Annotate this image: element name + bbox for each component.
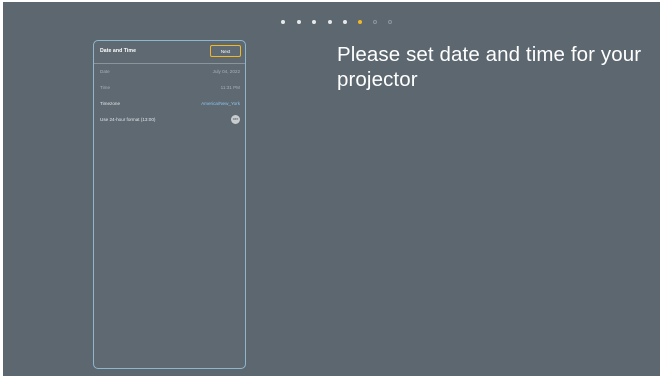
- timezone-label: Timezone: [100, 101, 120, 106]
- time-row[interactable]: Time 11:31 PM: [94, 83, 245, 95]
- 24-hour-format-label: Use 24-hour format (13:00): [100, 117, 156, 122]
- 24-hour-format-toggle[interactable]: OFF: [231, 115, 240, 124]
- time-value: 11:31 PM: [220, 85, 240, 90]
- progress-step-dot: [373, 20, 377, 24]
- date-row[interactable]: Date July 04, 2022: [94, 67, 245, 79]
- timezone-row[interactable]: Timezone America/New_York: [94, 99, 245, 111]
- date-label: Date: [100, 69, 110, 74]
- progress-step-dot: [281, 20, 285, 24]
- setup-screen: Date and Time Next Date July 04, 2022 Ti…: [3, 2, 660, 376]
- progress-step-dot: [297, 20, 301, 24]
- time-label: Time: [100, 85, 111, 90]
- setup-progress: [3, 19, 660, 27]
- setup-prompt: Please set date and time for your projec…: [337, 43, 642, 91]
- progress-step-dot: [312, 20, 316, 24]
- progress-step-dot: [343, 20, 347, 24]
- panel-header: Date and Time Next: [94, 41, 245, 64]
- timezone-value[interactable]: America/New_York: [201, 101, 240, 106]
- progress-step-dot: [328, 20, 332, 24]
- date-time-panel: Date and Time Next Date July 04, 2022 Ti…: [93, 40, 246, 369]
- progress-step-dot: [388, 20, 392, 24]
- 24-hour-format-row: Use 24-hour format (13:00) OFF: [94, 115, 245, 127]
- next-button[interactable]: Next: [210, 45, 241, 57]
- progress-step-dot: [358, 20, 362, 24]
- date-value: July 04, 2022: [212, 69, 240, 74]
- panel-title: Date and Time: [100, 48, 137, 54]
